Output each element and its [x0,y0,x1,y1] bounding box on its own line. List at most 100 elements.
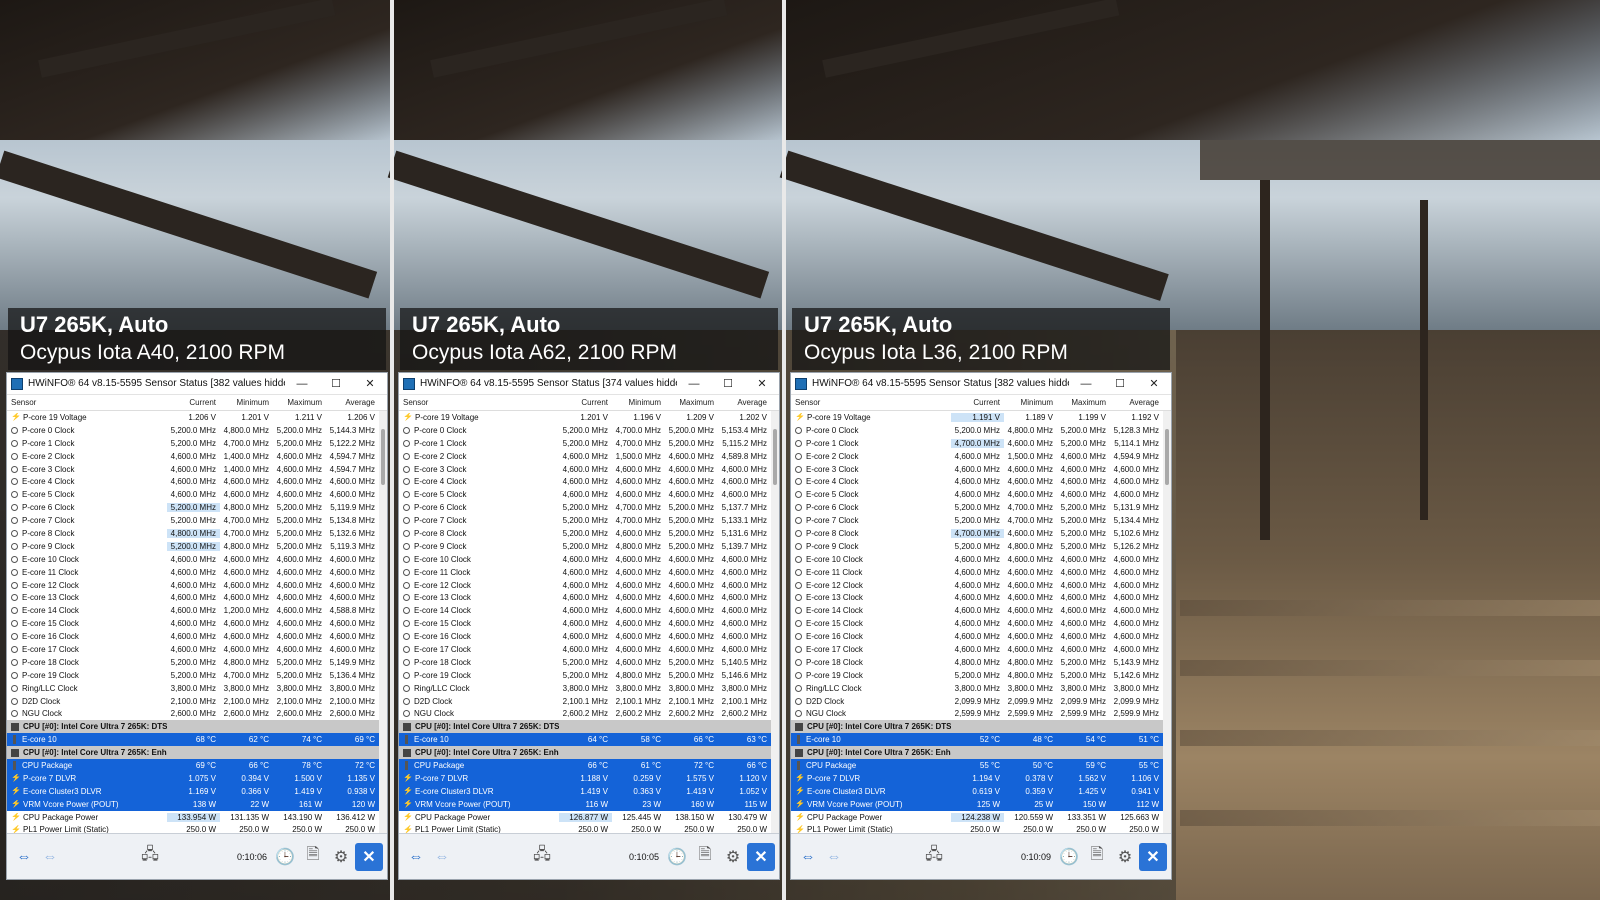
sensor-group-header[interactable]: CPU [#0]: Intel Core Ultra 7 265K: DTS [399,720,779,734]
col-current[interactable]: Current [559,398,612,407]
table-row[interactable]: E-core 11 Clock 4,600.0 MHz 4,600.0 MHz 4,6… [399,566,779,579]
settings-gear-icon[interactable]: ⚙ [327,843,355,871]
col-minimum[interactable]: Minimum [1004,398,1057,407]
sensor-group-header[interactable]: CPU [#0]: Intel Core Ultra 7 265K: DTS [791,720,1171,734]
scroll-thumb[interactable] [773,429,777,485]
col-average[interactable]: Average [326,398,379,407]
minimize-icon[interactable]: — [285,378,319,390]
table-row[interactable]: ⚡ CPU Package Power 124.238 W 120.559 W 133.… [791,811,1171,824]
navigate-forward-icon[interactable]: ⇔ [37,844,63,870]
vertical-scrollbar[interactable] [771,411,779,833]
table-row[interactable]: E-core 10 Clock 4,600.0 MHz 4,600.0 MHz 4,6… [399,553,779,566]
table-row[interactable]: ⚡ P-core 19 Voltage 1.206 V 1.201 V 1.211 V 1… [7,411,387,424]
table-row[interactable]: ⚡ PL1 Power Limit (Static) 250.0 W 250.0 W 2… [399,824,779,833]
table-row[interactable]: P-core 19 Clock 5,200.0 MHz 4,800.0 MHz 5,2… [791,669,1171,682]
sensor-group-header[interactable]: CPU [#0]: Intel Core Ultra 7 265K: DTS [7,720,387,734]
table-row[interactable]: P-core 9 Clock 5,200.0 MHz 4,800.0 MHz 5,20… [791,540,1171,553]
maximize-icon[interactable]: ☐ [711,377,745,390]
table-row[interactable]: E-core 3 Clock 4,600.0 MHz 4,600.0 MHz 4,60… [399,463,779,476]
table-row[interactable]: E-core 15 Clock 4,600.0 MHz 4,600.0 MHz 4,6… [399,617,779,630]
col-current[interactable]: Current [951,398,1004,407]
table-row[interactable]: P-core 18 Clock 5,200.0 MHz 4,800.0 MHz 5,2… [7,656,387,669]
table-row[interactable]: P-core 0 Clock 5,200.0 MHz 4,800.0 MHz 5,20… [7,424,387,437]
table-row[interactable]: E-core 12 Clock 4,600.0 MHz 4,600.0 MHz 4,6… [399,579,779,592]
table-row[interactable]: CPU Package 69 °C 66 °C 78 °C 72 °C [7,759,387,772]
sensor-group-header[interactable]: CPU [#0]: Intel Core Ultra 7 265K: Enhan… [399,746,779,760]
table-row[interactable]: E-core 11 Clock 4,600.0 MHz 4,600.0 MHz 4,6… [7,566,387,579]
table-row[interactable]: E-core 2 Clock 4,600.0 MHz 1,500.0 MHz 4,60… [399,450,779,463]
log-file-icon[interactable]: 🗎 [691,843,719,871]
table-row[interactable]: E-core 12 Clock 4,600.0 MHz 4,600.0 MHz 4,6… [7,579,387,592]
table-row[interactable]: P-core 7 Clock 5,200.0 MHz 4,700.0 MHz 5,20… [399,514,779,527]
table-row[interactable]: P-core 19 Clock 5,200.0 MHz 4,700.0 MHz 5,2… [7,669,387,682]
table-row[interactable]: NGU Clock 2,599.9 MHz 2,599.9 MHz 2,599.9 M… [791,707,1171,720]
navigate-back-icon[interactable]: ⇔ [11,844,37,870]
table-row[interactable]: P-core 9 Clock 5,200.0 MHz 4,800.0 MHz 5,20… [7,540,387,553]
table-row[interactable]: P-core 1 Clock 5,200.0 MHz 4,700.0 MHz 5,20… [7,437,387,450]
minimize-icon[interactable]: — [677,378,711,390]
table-row[interactable]: E-core 4 Clock 4,600.0 MHz 4,600.0 MHz 4,60… [7,475,387,488]
table-row[interactable]: P-core 18 Clock 5,200.0 MHz 4,600.0 MHz 5,2… [399,656,779,669]
log-file-icon[interactable]: 🗎 [1083,843,1111,871]
table-row[interactable]: Ring/LLC Clock 3,800.0 MHz 3,800.0 MHz 3,80… [7,682,387,695]
settings-gear-icon[interactable]: ⚙ [1111,843,1139,871]
table-row[interactable]: P-core 0 Clock 5,200.0 MHz 4,800.0 MHz 5,20… [791,424,1171,437]
table-row[interactable]: P-core 1 Clock 5,200.0 MHz 4,700.0 MHz 5,20… [399,437,779,450]
col-average[interactable]: Average [718,398,771,407]
table-row[interactable]: E-core 17 Clock 4,600.0 MHz 4,600.0 MHz 4,6… [791,643,1171,656]
table-row[interactable]: ⚡ P-core 7 DLVR 1.194 V 0.378 V 1.562 V 1.106… [791,771,1171,785]
table-row[interactable]: ⚡ CPU Package Power 133.954 W 131.135 W 143.… [7,811,387,824]
table-row[interactable]: E-core 13 Clock 4,600.0 MHz 4,600.0 MHz 4,6… [399,591,779,604]
close-icon[interactable]: ✕ [745,377,779,390]
table-row[interactable]: E-core 10 68 °C 62 °C 74 °C 69 °C [7,733,387,747]
col-sensor[interactable]: Sensor [399,398,559,407]
table-row[interactable]: P-core 6 Clock 5,200.0 MHz 4,800.0 MHz 5,20… [7,501,387,514]
scroll-thumb[interactable] [381,429,385,485]
network-icon[interactable]: 🖧 [920,843,948,871]
table-row[interactable]: P-core 18 Clock 4,800.0 MHz 4,800.0 MHz 5,2… [791,656,1171,669]
table-row[interactable]: E-core 4 Clock 4,600.0 MHz 4,600.0 MHz 4,60… [399,475,779,488]
col-maximum[interactable]: Maximum [665,398,718,407]
table-row[interactable]: ⚡ E-core Cluster3 DLVR 1.419 V 0.363 V 1.419… [399,784,779,798]
table-row[interactable]: ⚡ PL1 Power Limit (Static) 250.0 W 250.0 W 2… [791,824,1171,833]
network-icon[interactable]: 🖧 [528,843,556,871]
table-row[interactable]: E-core 10 Clock 4,600.0 MHz 4,600.0 MHz 4,6… [791,553,1171,566]
table-row[interactable]: ⚡ E-core Cluster3 DLVR 1.169 V 0.366 V 1.419… [7,784,387,798]
table-row[interactable]: E-core 10 52 °C 48 °C 54 °C 51 °C [791,733,1171,747]
log-file-icon[interactable]: 🗎 [299,843,327,871]
navigate-back-icon[interactable]: ⇔ [403,844,429,870]
table-row[interactable]: E-core 17 Clock 4,600.0 MHz 4,600.0 MHz 4,6… [399,643,779,656]
title-bar[interactable]: HWiNFO® 64 v8.15-5595 Sensor Status [374… [399,373,779,395]
close-icon[interactable]: ✕ [1137,377,1171,390]
table-row[interactable]: E-core 3 Clock 4,600.0 MHz 4,600.0 MHz 4,60… [791,463,1171,476]
table-row[interactable]: ⚡ P-core 19 Voltage 1.201 V 1.196 V 1.209 V 1… [399,411,779,424]
table-row[interactable]: P-core 7 Clock 5,200.0 MHz 4,700.0 MHz 5,20… [791,514,1171,527]
table-row[interactable]: D2D Clock 2,100.0 MHz 2,100.0 MHz 2,100.0 M… [7,695,387,708]
close-sensors-button[interactable]: ✕ [1139,842,1167,871]
table-row[interactable]: E-core 16 Clock 4,600.0 MHz 4,600.0 MHz 4,6… [7,630,387,643]
vertical-scrollbar[interactable] [379,411,387,833]
col-average[interactable]: Average [1110,398,1163,407]
sensor-group-header[interactable]: CPU [#0]: Intel Core Ultra 7 265K: Enhan… [791,746,1171,760]
table-row[interactable]: E-core 10 Clock 4,600.0 MHz 4,600.0 MHz 4,6… [7,553,387,566]
close-icon[interactable]: ✕ [353,377,387,390]
navigate-forward-icon[interactable]: ⇔ [821,844,847,870]
table-row[interactable]: E-core 16 Clock 4,600.0 MHz 4,600.0 MHz 4,6… [399,630,779,643]
table-row[interactable]: D2D Clock 2,099.9 MHz 2,099.9 MHz 2,099.9 M… [791,695,1171,708]
table-row[interactable]: CPU Package 55 °C 50 °C 59 °C 55 °C [791,759,1171,772]
navigate-back-icon[interactable]: ⇔ [795,844,821,870]
table-row[interactable]: P-core 6 Clock 5,200.0 MHz 4,700.0 MHz 5,20… [399,501,779,514]
table-row[interactable]: ⚡ CPU Package Power 126.877 W 125.445 W 138.… [399,811,779,824]
network-icon[interactable]: 🖧 [136,843,164,871]
clock-icon[interactable]: 🕒 [663,843,691,871]
col-maximum[interactable]: Maximum [1057,398,1110,407]
table-row[interactable]: P-core 7 Clock 5,200.0 MHz 4,700.0 MHz 5,20… [7,514,387,527]
table-row[interactable]: NGU Clock 2,600.2 MHz 2,600.2 MHz 2,600.2 M… [399,707,779,720]
table-row[interactable]: E-core 14 Clock 4,600.0 MHz 1,200.0 MHz 4,6… [7,604,387,617]
table-row[interactable]: P-core 8 Clock 4,800.0 MHz 4,700.0 MHz 5,20… [7,527,387,540]
table-row[interactable]: E-core 5 Clock 4,600.0 MHz 4,600.0 MHz 4,60… [399,488,779,501]
col-sensor[interactable]: Sensor [7,398,167,407]
clock-icon[interactable]: 🕒 [1055,843,1083,871]
table-row[interactable]: E-core 13 Clock 4,600.0 MHz 4,600.0 MHz 4,6… [7,591,387,604]
table-row[interactable]: E-core 5 Clock 4,600.0 MHz 4,600.0 MHz 4,60… [791,488,1171,501]
